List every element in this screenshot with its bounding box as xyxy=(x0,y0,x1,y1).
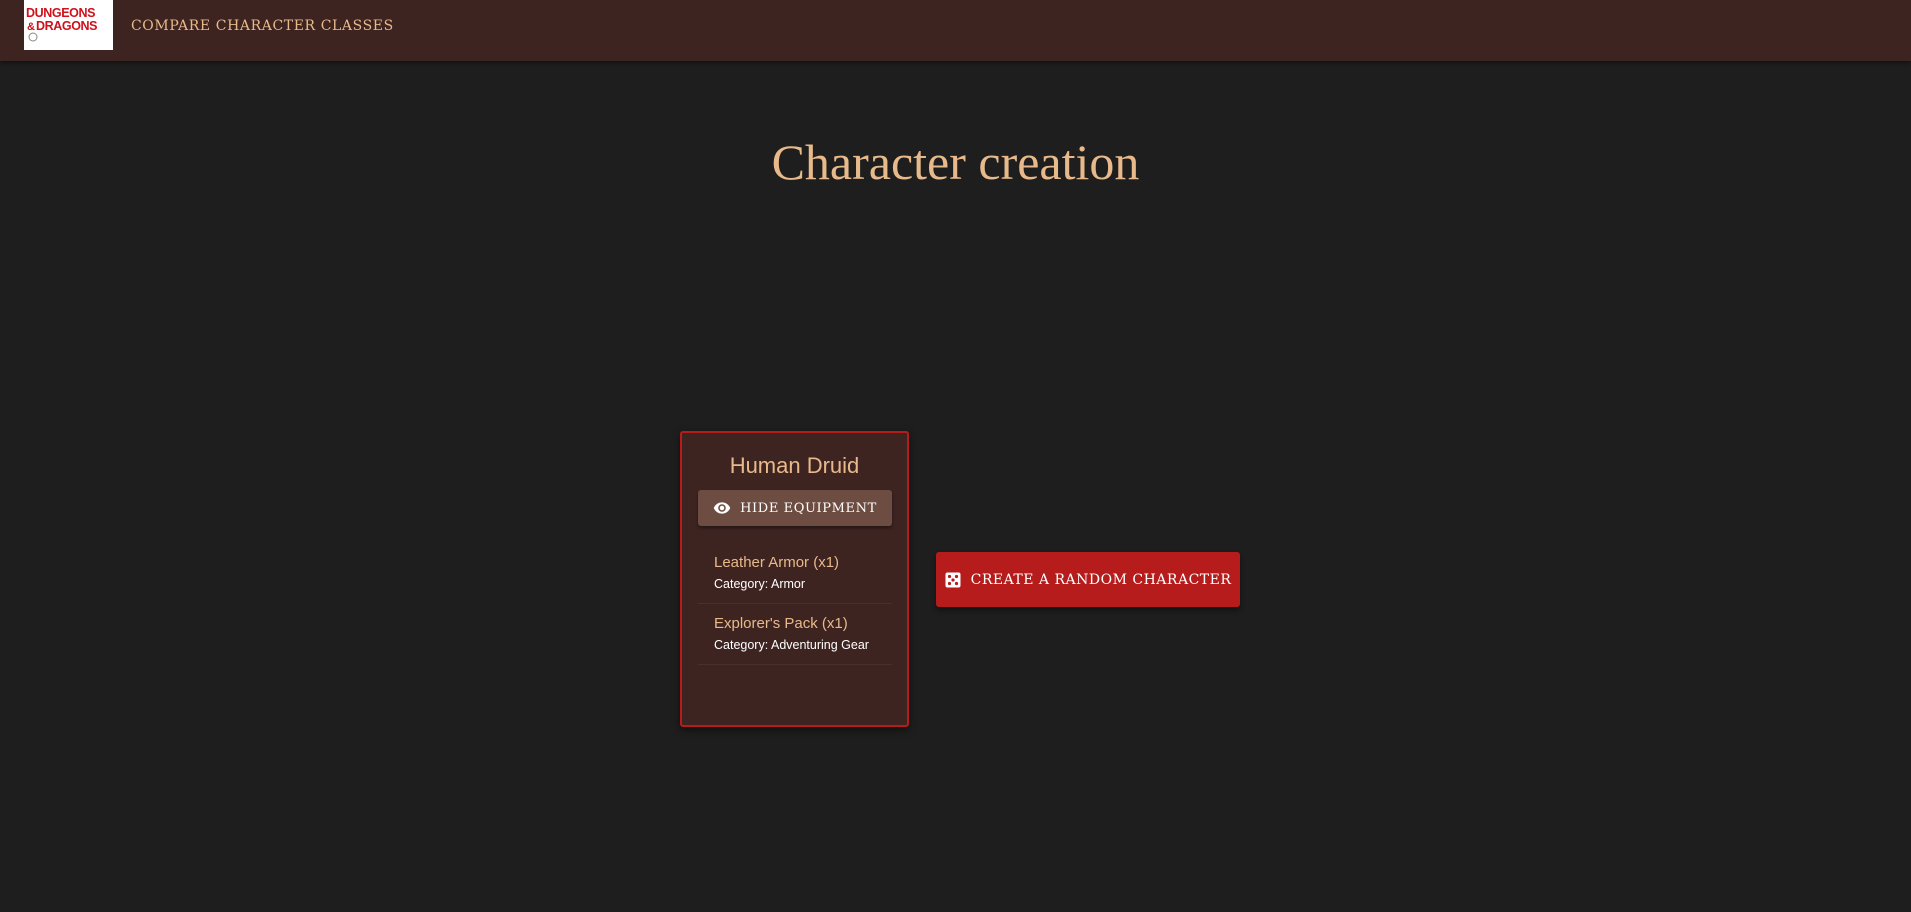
page-title: Character creation xyxy=(771,134,1140,190)
hide-equipment-label: Hide equipment xyxy=(740,500,877,516)
character-name: Human Druid xyxy=(729,453,860,478)
list-item: Explorer's Pack (x1) Category: Adventuri… xyxy=(698,604,892,665)
character-card: Human Druid Hide equipment Leather Armor… xyxy=(680,431,909,727)
svg-text:&: & xyxy=(27,21,35,33)
dnd-logo[interactable]: DUNGEONS DRAGONS & xyxy=(24,0,113,50)
svg-text:DUNGEONS: DUNGEONS xyxy=(26,6,95,20)
hide-equipment-button[interactable]: Hide equipment xyxy=(698,490,892,526)
create-random-character-label: Create a random character xyxy=(970,571,1232,588)
create-random-character-button[interactable]: Create a random character xyxy=(936,552,1240,607)
eye-icon xyxy=(713,499,731,517)
equipment-list: Leather Armor (x1) Category: Armor Explo… xyxy=(698,543,892,665)
nav-compare-classes-link[interactable]: Compare character classes xyxy=(131,18,394,34)
equipment-name: Leather Armor (x1) xyxy=(714,554,840,571)
dice-icon xyxy=(945,572,961,588)
list-item: Leather Armor (x1) Category: Armor xyxy=(698,543,892,604)
svg-text:DRAGONS: DRAGONS xyxy=(36,19,97,33)
equipment-name: Explorer's Pack (x1) xyxy=(714,615,848,632)
top-app-bar: DUNGEONS DRAGONS & Compare character cla… xyxy=(0,0,1911,61)
equipment-category: Category: Armor xyxy=(714,577,806,591)
equipment-category: Category: Adventuring Gear xyxy=(714,638,869,652)
